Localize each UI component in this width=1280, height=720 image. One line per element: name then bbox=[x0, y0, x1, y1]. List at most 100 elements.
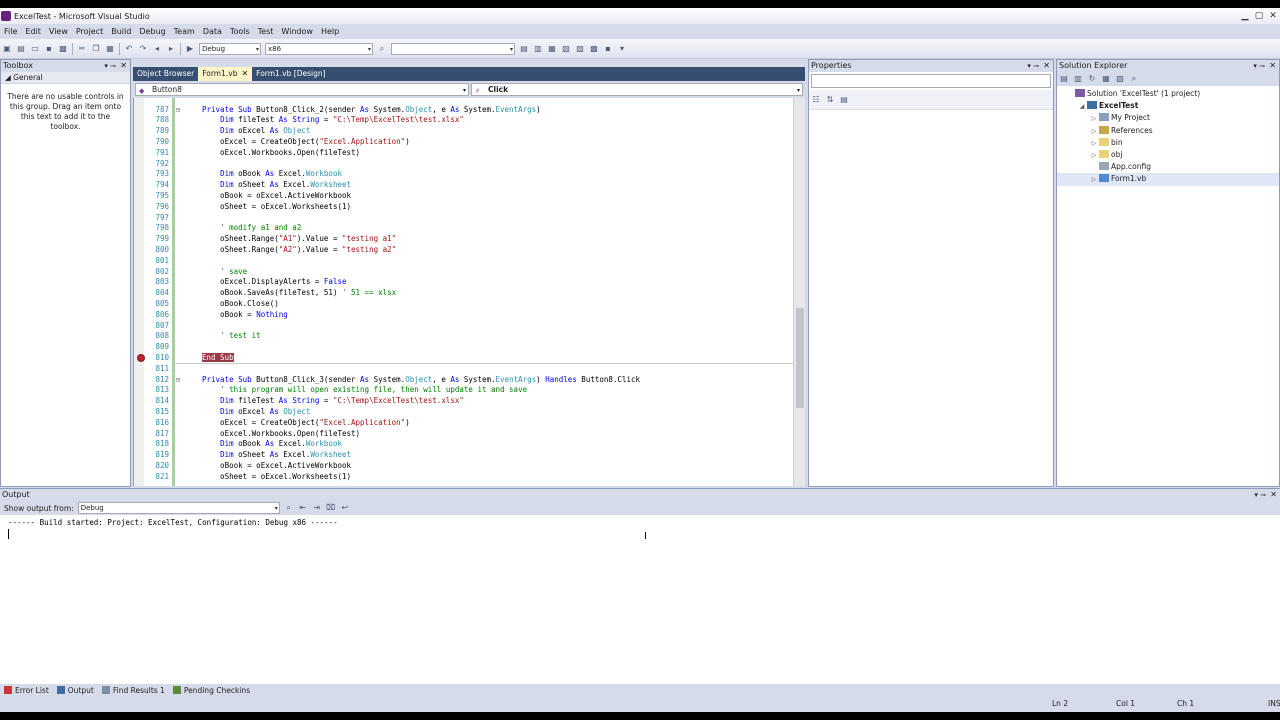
code-line[interactable]: 808 ' test it bbox=[134, 331, 796, 342]
code-line[interactable]: 802 ' save bbox=[134, 267, 796, 278]
menu-test[interactable]: Test bbox=[254, 27, 278, 36]
cut-icon[interactable]: ✂ bbox=[77, 44, 87, 54]
close-icon[interactable]: ✕ bbox=[1043, 60, 1050, 72]
solution-tree-item[interactable]: ▷ obj bbox=[1057, 149, 1279, 161]
find-combo[interactable]: ▾ bbox=[391, 42, 515, 55]
code-line[interactable]: 792 bbox=[134, 159, 796, 170]
solution-tree-item[interactable]: Solution 'ExcelTest' (1 project) bbox=[1057, 88, 1279, 100]
class-diagram-icon[interactable]: ⌕ bbox=[1129, 74, 1139, 84]
team-explorer-icon[interactable]: ▨ bbox=[575, 44, 585, 54]
code-line[interactable]: 800 oSheet.Range("A2").Value = "testing … bbox=[134, 245, 796, 256]
paste-icon[interactable]: ▦ bbox=[105, 44, 115, 54]
code-line[interactable]: 803 oExcel.DisplayAlerts = False bbox=[134, 277, 796, 288]
categorized-icon[interactable]: ☷ bbox=[811, 95, 821, 105]
show-all-files-icon[interactable]: ▥ bbox=[1073, 74, 1083, 84]
menu-tools[interactable]: Tools bbox=[226, 27, 254, 36]
menu-window[interactable]: Window bbox=[277, 27, 317, 36]
find-in-files-icon[interactable]: ⌕ bbox=[377, 44, 387, 54]
add-item-icon[interactable]: ▤ bbox=[16, 44, 26, 54]
close-icon[interactable]: ✕ bbox=[1270, 489, 1277, 501]
code-line[interactable]: 814 Dim fileTest As String = "C:\Temp\Ex… bbox=[134, 396, 796, 407]
code-line[interactable]: 819 Dim oSheet As Excel.Worksheet bbox=[134, 450, 796, 461]
menu-data[interactable]: Data bbox=[199, 27, 226, 36]
pin-icon[interactable]: ▾ ⊸ bbox=[1254, 489, 1266, 501]
menu-debug[interactable]: Debug bbox=[135, 27, 169, 36]
save-all-icon[interactable]: ▩ bbox=[58, 44, 68, 54]
redo-icon[interactable]: ↷ bbox=[138, 44, 148, 54]
code-line[interactable]: 801 bbox=[134, 256, 796, 267]
code-editor[interactable]: 787 ⊟ Private Sub Button8_Click_2(sender A… bbox=[133, 98, 805, 486]
menu-file[interactable]: File bbox=[0, 27, 21, 36]
solution-configuration-combo[interactable]: Debug ▾ bbox=[199, 42, 261, 55]
start-page-icon[interactable]: ▩ bbox=[589, 44, 599, 54]
menu-help[interactable]: Help bbox=[317, 27, 343, 36]
property-pages-icon[interactable]: ▤ bbox=[839, 95, 849, 105]
solution-tree-item[interactable]: ◢ ExcelTest bbox=[1057, 100, 1279, 112]
code-line[interactable]: 798 ' modify a1 and a2 bbox=[134, 223, 796, 234]
navigate-forward-icon[interactable]: ▸ bbox=[166, 44, 176, 54]
tab-form1-vb[interactable]: Form1.vb ✕ bbox=[198, 67, 253, 81]
class-name-combo[interactable]: ◆ Button8 ▾ bbox=[135, 83, 469, 96]
output-text[interactable]: ------ Build started: Project: ExcelTest… bbox=[0, 515, 1280, 531]
toolbox-group-general[interactable]: ◢ General bbox=[1, 72, 130, 84]
find-message-icon[interactable]: ⌕ bbox=[284, 503, 294, 513]
code-line[interactable]: 818 Dim oBook As Excel.Workbook bbox=[134, 439, 796, 450]
code-line[interactable]: 794 Dim oSheet As Excel.Worksheet bbox=[134, 180, 796, 191]
tab-pending-checkins[interactable]: Pending Checkins bbox=[169, 686, 254, 695]
scrollbar-thumb[interactable] bbox=[796, 308, 804, 408]
solution-explorer-icon[interactable]: ▤ bbox=[519, 44, 529, 54]
close-icon[interactable]: ✕ bbox=[1269, 60, 1276, 72]
close-icon[interactable]: ✕ bbox=[120, 60, 127, 72]
start-debugging-icon[interactable]: ▶ bbox=[185, 44, 195, 54]
open-file-icon[interactable]: ▭ bbox=[30, 44, 40, 54]
code-line[interactable]: 815 Dim oExcel As Object bbox=[134, 407, 796, 418]
toolbox-icon[interactable]: ▧ bbox=[561, 44, 571, 54]
code-line[interactable]: 806 oBook = Nothing bbox=[134, 310, 796, 321]
toggle-word-wrap-icon[interactable]: ↩ bbox=[340, 503, 350, 513]
code-line[interactable]: 789 Dim oExcel As Object bbox=[134, 126, 796, 137]
editor-vertical-scrollbar[interactable] bbox=[793, 98, 805, 486]
code-line[interactable]: 817 oExcel.Workbooks.Open(fileTest) bbox=[134, 429, 796, 440]
minimize-icon[interactable]: ▁ bbox=[1238, 9, 1252, 23]
copy-icon[interactable]: ❐ bbox=[91, 44, 101, 54]
tab-find-results[interactable]: Find Results 1 bbox=[98, 686, 169, 695]
extension-manager-icon[interactable]: ▪ bbox=[603, 44, 613, 54]
object-browser-icon[interactable]: ▦ bbox=[547, 44, 557, 54]
solution-tree-item[interactable]: ▷ Form1.vb bbox=[1057, 173, 1279, 186]
go-to-previous-message-icon[interactable]: ⇤ bbox=[298, 503, 308, 513]
clear-all-icon[interactable]: ⌧ bbox=[326, 503, 336, 513]
pin-icon[interactable]: ▾ ⊸ bbox=[1253, 60, 1265, 72]
properties-window-icon[interactable]: ▥ bbox=[533, 44, 543, 54]
collapse-region-icon[interactable]: ⊟ bbox=[176, 375, 180, 386]
maximize-icon[interactable]: ▢ bbox=[1252, 9, 1266, 23]
menu-edit[interactable]: Edit bbox=[21, 27, 45, 36]
pin-icon[interactable]: ▾ ⊸ bbox=[1027, 60, 1039, 72]
new-project-icon[interactable]: ▣ bbox=[2, 44, 12, 54]
code-line[interactable]: 790 oExcel = CreateObject("Excel.Applica… bbox=[134, 137, 796, 148]
solution-tree-item[interactable]: ▷ References bbox=[1057, 125, 1279, 137]
solution-platform-combo[interactable]: x86 ▾ bbox=[265, 42, 373, 55]
menu-team[interactable]: Team bbox=[170, 27, 199, 36]
code-line[interactable]: 813 ' this program will open existing fi… bbox=[134, 385, 796, 396]
expand-arrow-icon[interactable]: ▷ bbox=[1089, 174, 1099, 186]
refresh-icon[interactable]: ↻ bbox=[1087, 74, 1097, 84]
code-line[interactable]: 816 oExcel = CreateObject("Excel.Applica… bbox=[134, 418, 796, 429]
toolbar-options-icon[interactable]: ▾ bbox=[617, 44, 627, 54]
view-designer-icon[interactable]: ▧ bbox=[1115, 74, 1125, 84]
menu-project[interactable]: Project bbox=[72, 27, 107, 36]
menu-build[interactable]: Build bbox=[107, 27, 135, 36]
code-line[interactable]: 807 bbox=[134, 321, 796, 332]
tab-output[interactable]: Output bbox=[53, 686, 98, 695]
view-code-icon[interactable]: ▦ bbox=[1101, 74, 1111, 84]
save-icon[interactable]: ▪ bbox=[44, 44, 54, 54]
code-line[interactable]: 788 Dim fileTest As String = "C:\Temp\Ex… bbox=[134, 115, 796, 126]
solution-tree-item[interactable]: ▷ My Project bbox=[1057, 112, 1279, 124]
object-selector-combo[interactable] bbox=[811, 74, 1051, 88]
solution-tree-item[interactable]: App.config bbox=[1057, 161, 1279, 173]
code-line[interactable]: 796 oSheet = oExcel.Worksheets(1) bbox=[134, 202, 796, 213]
code-line[interactable]: 821 oSheet = oExcel.Worksheets(1) bbox=[134, 472, 796, 483]
close-icon[interactable]: ✕ bbox=[1266, 9, 1280, 23]
code-line[interactable]: 804 oBook.SaveAs(fileTest, 51) ' 51 == x… bbox=[134, 288, 796, 299]
code-line[interactable]: 809 bbox=[134, 342, 796, 353]
properties-icon[interactable]: ▤ bbox=[1059, 74, 1069, 84]
